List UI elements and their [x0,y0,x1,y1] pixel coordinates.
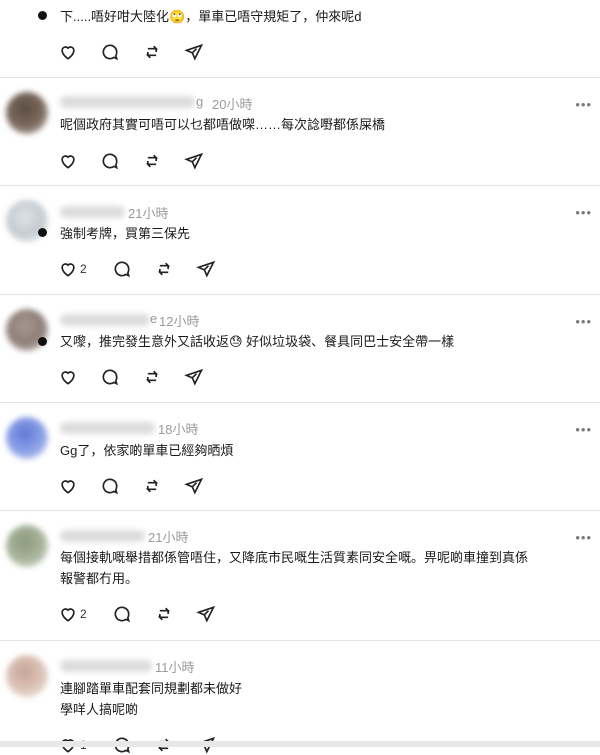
post-5: 21小時 ••• 每個接軌嘅舉措都係管唔住，又降底市民嘅生活質素同安全嘅。畀呢啲… [0,511,600,641]
username-blurred[interactable] [60,422,155,434]
like-button[interactable] [58,151,78,171]
share-button[interactable] [196,604,216,624]
share-button[interactable] [196,259,216,279]
post-text: Gg了，依家啲單車已經夠晒煩 [60,443,234,458]
like-button[interactable] [58,367,78,387]
like-button[interactable] [58,42,78,62]
reply-button[interactable] [100,151,120,171]
heart-icon [61,155,75,169]
like-button[interactable]: 2 [58,259,87,279]
more-icon[interactable]: ••• [575,315,592,328]
share-icon [184,477,204,495]
post-time: 18小時 [158,422,199,437]
heart-icon [61,263,75,277]
username-blurred[interactable] [60,206,125,218]
repost-icon [145,45,159,59]
avatar[interactable] [6,655,48,697]
heart-icon [61,608,75,622]
like-count: 2 [80,607,87,621]
avatar-badge [38,337,47,346]
share-button[interactable] [184,151,204,171]
avatar-badge [38,228,47,237]
repost-button[interactable] [142,367,162,387]
comment-icon [114,261,131,278]
post-text: 每個接軌嘅舉措都係管唔住，又降底市民嘅生活質素同安全嘅。畀呢啲車撞到真係 報警都… [60,550,529,586]
repost-icon [157,607,171,621]
post-text: 呢個政府其實可唔可以乜都唔做㗎……每次諗嘢都係屎橋 [60,117,386,132]
username-tail: g [196,94,204,109]
post-text: 下.....唔好咁大陸化🙄，單車已唔守規矩了，仲來呢d [60,9,362,24]
comment-icon [102,153,119,170]
post-time: 21小時 [128,206,169,221]
comment-icon [102,44,119,61]
more-icon[interactable]: ••• [575,98,592,111]
reply-button[interactable] [100,476,120,496]
share-icon [184,368,204,386]
repost-icon [157,262,171,276]
heart-icon [61,371,75,385]
share-button[interactable] [184,42,204,62]
post-text: 強制考牌，買第三保先 [60,226,191,241]
post-text: 又嚟，推完發生意外又話收返😓 好似垃圾袋、餐具同巴士安全帶一樣 [60,334,455,349]
repost-button[interactable] [154,604,174,624]
reply-button[interactable] [100,42,120,62]
bottom-edge [0,741,600,747]
post-6: 11小時 連腳踏單車配套同規劃都未做好 學咩人搞呢啲 1 [0,641,600,754]
avatar[interactable] [6,525,48,567]
post-time: 21小時 [148,530,189,545]
post-0: 下.....唔好咁大陸化🙄，單車已唔守規矩了，仲來呢d [0,0,600,78]
more-icon[interactable]: ••• [575,423,592,436]
comment-icon [102,369,119,386]
repost-icon [145,370,159,384]
share-icon [184,43,204,61]
repost-button[interactable] [142,151,162,171]
share-button[interactable] [184,367,204,387]
reply-button[interactable] [100,367,120,387]
repost-icon [145,154,159,168]
username-blurred[interactable] [60,314,150,326]
heart-icon [61,46,75,60]
repost-button[interactable] [142,476,162,496]
username-blurred[interactable] [60,660,152,672]
post-3: e 12小時 ••• 又嚟，推完發生意外又話收返😓 好似垃圾袋、餐具同巴士安全帶… [0,295,600,403]
share-button[interactable] [184,476,204,496]
username-blurred[interactable] [60,96,195,108]
post-1: g 20小時 ••• 呢個政府其實可唔可以乜都唔做㗎……每次諗嘢都係屎橋 [0,78,600,186]
username-tail: e [150,311,158,326]
post-time: 12小時 [159,314,200,329]
avatar[interactable] [6,92,48,134]
like-button[interactable]: 2 [58,604,87,624]
more-icon[interactable]: ••• [575,206,592,219]
post-2: 21小時 ••• 強制考牌，買第三保先 2 [0,186,600,295]
avatar[interactable] [6,417,48,459]
username-blurred[interactable] [60,530,145,542]
comment-icon [102,478,119,495]
post-4: 18小時 ••• Gg了，依家啲單車已經夠晒煩 [0,403,600,511]
like-button[interactable] [58,476,78,496]
avatar-badge [38,11,47,20]
repost-button[interactable] [142,42,162,62]
reply-button[interactable] [112,604,132,624]
reply-button[interactable] [112,259,132,279]
comment-icon [114,606,131,623]
share-icon [196,260,216,278]
post-time: 11小時 [155,660,195,675]
post-text: 連腳踏單車配套同規劃都未做好 學咩人搞呢啲 [60,681,243,717]
share-icon [196,605,216,623]
post-time: 20小時 [212,97,253,112]
repost-icon [145,479,159,493]
share-icon [184,152,204,170]
heart-icon [61,480,75,494]
more-icon[interactable]: ••• [575,531,592,544]
repost-button[interactable] [154,259,174,279]
like-count: 2 [80,262,87,276]
